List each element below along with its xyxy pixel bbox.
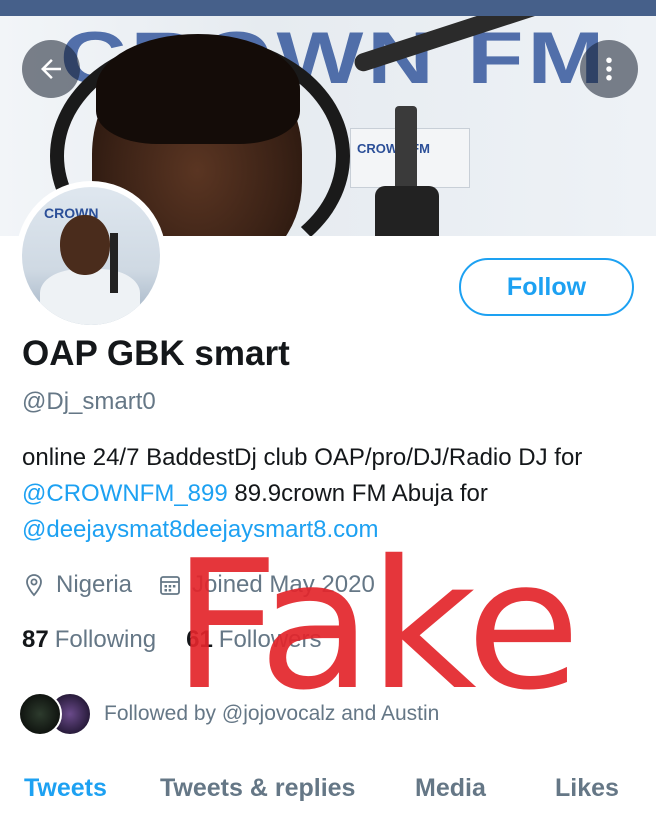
profile-tabs: Tweets Tweets & replies Media Likes [0, 760, 656, 817]
followers-count[interactable]: 61 [186, 626, 213, 654]
profile-bio: online 24/7 BaddestDj club OAP/pro/DJ/Ra… [22, 440, 642, 548]
followers-label[interactable]: Followers [219, 626, 322, 654]
tab-likes[interactable]: Likes [555, 760, 619, 803]
join-date: Joined May 2020 [158, 571, 375, 599]
avatar-head [60, 215, 110, 275]
more-options-button[interactable] [580, 40, 638, 98]
tab-tweets[interactable]: Tweets [24, 760, 107, 803]
avatar-image: CROWN [22, 187, 160, 325]
avatar-shirt [40, 269, 140, 325]
bio-mention-link[interactable]: @deejaysmat8deejaysmart8.com [22, 516, 379, 543]
following-count[interactable]: 87 [22, 626, 49, 654]
follow-button[interactable]: Follow [459, 258, 634, 316]
arrow-left-icon [41, 59, 61, 79]
profile-avatar[interactable]: CROWN [16, 181, 166, 331]
join-date-text: Joined May 2020 [192, 571, 375, 598]
back-button[interactable] [22, 40, 80, 98]
bio-text: online 24/7 BaddestDj club OAP/pro/DJ/Ra… [22, 444, 583, 471]
profile-handle: @Dj_smart0 [22, 388, 156, 415]
profile-meta: Nigeria Joined May 2020 [22, 568, 401, 602]
location: Nigeria [22, 571, 132, 599]
follower-avatar [18, 692, 62, 736]
status-bar [0, 0, 656, 16]
person-hair [96, 34, 300, 144]
more-vertical-icon [606, 57, 612, 81]
tab-media[interactable]: Media [415, 760, 486, 803]
followed-by[interactable]: Followed by @jojovocalz and Austin [18, 690, 439, 738]
bio-text: 89.9crown FM Abuja for [227, 480, 488, 507]
bio-mention-link[interactable]: @CROWNFM_899 [22, 480, 228, 507]
microphone [375, 186, 439, 236]
location-text: Nigeria [56, 571, 133, 598]
profile-name: OAP GBK smart [22, 334, 290, 373]
tab-tweets-and-replies[interactable]: Tweets & replies [160, 760, 355, 803]
follow-counts: 87 Following 61 Followers [22, 626, 352, 654]
calendar-icon [160, 576, 180, 595]
avatar-mic [110, 233, 118, 293]
followed-by-text: Followed by @jojovocalz and Austin [104, 702, 440, 725]
location-pin-icon [26, 574, 42, 597]
following-label[interactable]: Following [55, 626, 156, 654]
